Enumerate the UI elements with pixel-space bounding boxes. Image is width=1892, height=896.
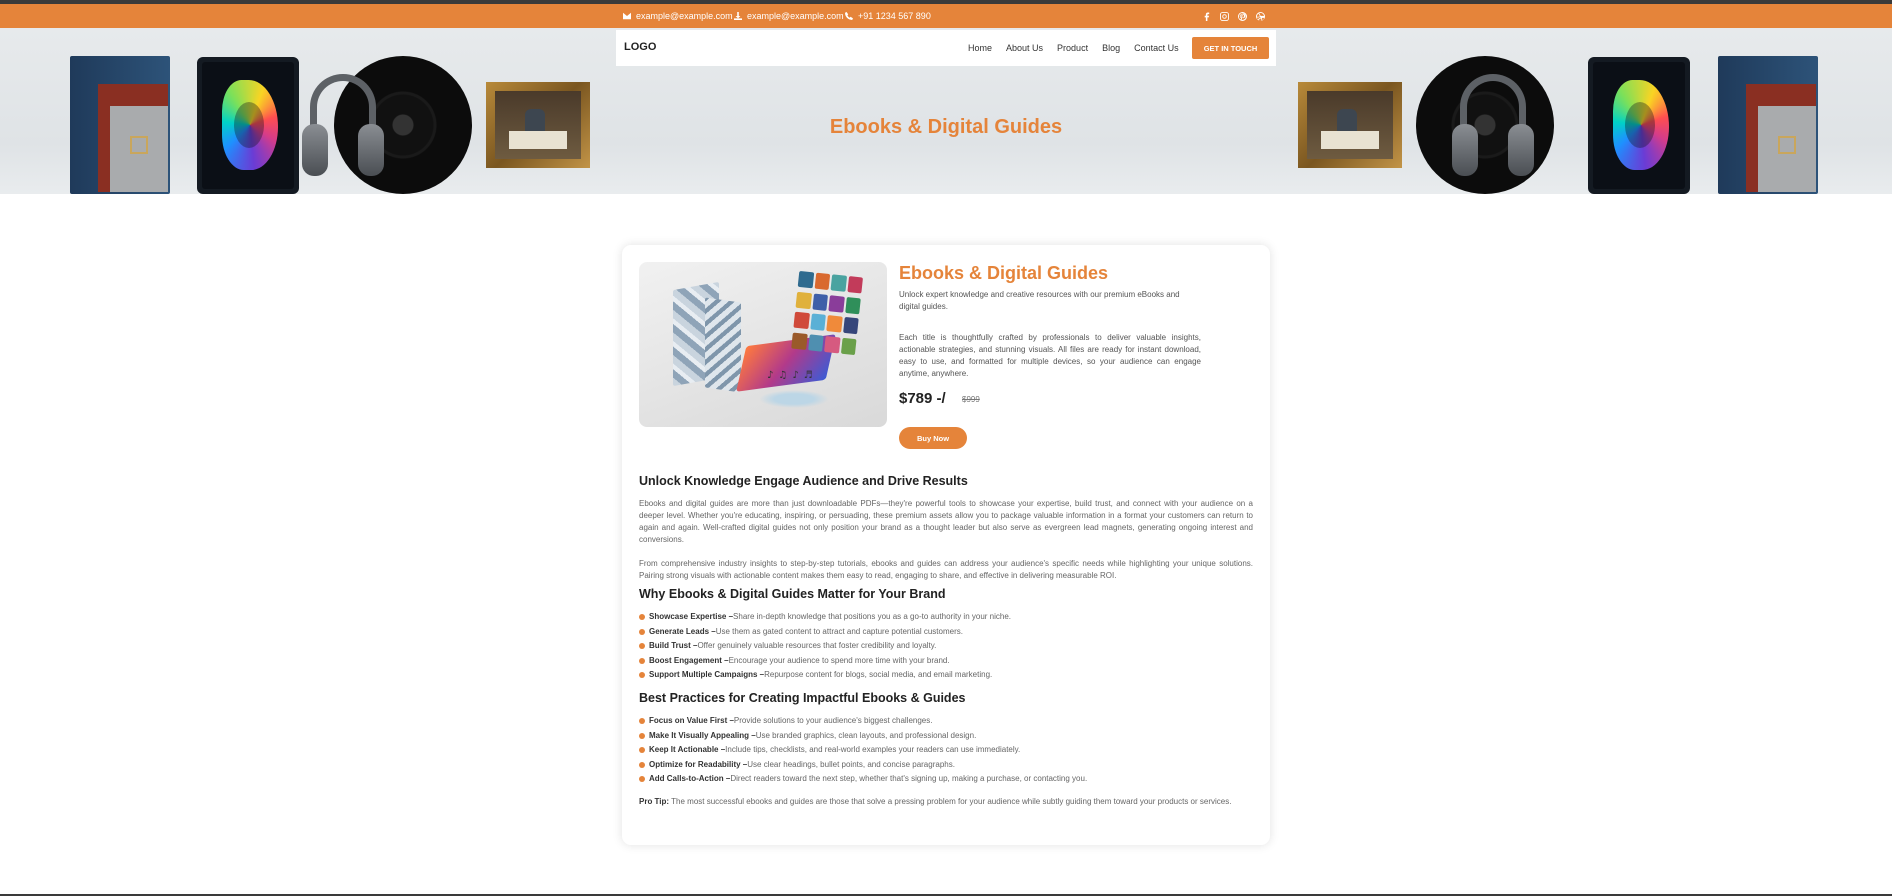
phone-contact[interactable]: +91 1234 567 890: [845, 4, 931, 28]
product-card: ♪♫♪♬ Ebooks & Digital Guides Unlock expe…: [622, 245, 1270, 845]
nav-about-us[interactable]: About Us: [1006, 43, 1043, 53]
nav-home[interactable]: Home: [968, 43, 992, 53]
nav-blog[interactable]: Blog: [1102, 43, 1120, 53]
social-links: [1201, 4, 1265, 28]
list-item: Generate Leads – Use them as gated conte…: [639, 625, 1253, 640]
bullet-icon: [639, 776, 645, 783]
bullet-icon: [639, 732, 645, 739]
list-item: Focus on Value First – Provide solutions…: [639, 714, 1253, 729]
list-item: Build Trust – Offer genuinely valuable r…: [639, 639, 1253, 654]
download-icon: [734, 12, 742, 20]
bullet-icon: [639, 657, 645, 664]
section-heading-why: Why Ebooks & Digital Guides Matter for Y…: [639, 587, 946, 601]
email-contact-1[interactable]: example@example.com: [623, 4, 733, 28]
best-practices-list: Focus on Value First – Provide solutions…: [639, 714, 1253, 787]
hero-title: Ebooks & Digital Guides: [829, 116, 1063, 138]
bullet-icon: [639, 672, 645, 679]
list-item: Make It Visually Appealing – Use branded…: [639, 729, 1253, 744]
bullet-icon: [639, 614, 645, 621]
product-intro: Unlock expert knowledge and creative res…: [899, 290, 1180, 311]
buy-now-button[interactable]: Buy Now: [899, 427, 967, 449]
pro-tip: Pro Tip: The most successful ebooks and …: [639, 797, 1232, 806]
section-heading-unlock: Unlock Knowledge Engage Audience and Dri…: [639, 474, 968, 488]
bullet-icon: [639, 761, 645, 768]
phone-icon: [845, 12, 853, 20]
list-item: Add Calls-to-Action – Direct readers tow…: [639, 772, 1253, 787]
product-description: Each title is thoughtfully crafted by pr…: [899, 333, 1201, 378]
list-item: Support Multiple Campaigns – Repurpose c…: [639, 668, 1253, 683]
nav-product[interactable]: Product: [1057, 43, 1088, 53]
bullet-icon: [639, 643, 645, 650]
phone-text: +91 1234 567 890: [858, 11, 931, 21]
bullet-icon: [639, 747, 645, 754]
section-heading-best-practices: Best Practices for Creating Impactful Eb…: [639, 691, 966, 705]
product-title: Ebooks & Digital Guides: [899, 263, 1109, 283]
list-item: Showcase Expertise – Share in-depth know…: [639, 610, 1253, 625]
site-logo[interactable]: LOGO: [624, 41, 656, 53]
email-contact-2[interactable]: example@example.com: [734, 4, 844, 28]
bullet-icon: [639, 628, 645, 635]
top-contact-bar: example@example.com example@example.com …: [0, 4, 1892, 28]
email-text-1: example@example.com: [636, 11, 733, 21]
facebook-icon[interactable]: [1201, 11, 1211, 21]
dribbble-icon[interactable]: [1255, 11, 1265, 21]
nav-links: Home About Us Product Blog Contact Us: [968, 30, 1193, 66]
original-price: $999: [962, 395, 980, 404]
product-price: $789 -/: [899, 390, 946, 407]
envelope-icon: [623, 12, 631, 20]
bullet-icon: [639, 718, 645, 725]
list-item: Keep It Actionable – Include tips, check…: [639, 743, 1253, 758]
section-paragraph-2: From comprehensive industry insights to …: [639, 559, 1253, 580]
list-item: Boost Engagement – Encourage your audien…: [639, 654, 1253, 669]
section-paragraph-1: Ebooks and digital guides are more than …: [639, 499, 1253, 544]
nav-contact-us[interactable]: Contact Us: [1134, 43, 1179, 53]
list-item: Optimize for Readability – Use clear hea…: [639, 758, 1253, 773]
why-list: Showcase Expertise – Share in-depth know…: [639, 610, 1253, 683]
pinterest-icon[interactable]: [1237, 11, 1247, 21]
email-text-2: example@example.com: [747, 11, 844, 21]
instagram-icon[interactable]: [1219, 11, 1229, 21]
main-navigation: LOGO Home About Us Product Blog Contact …: [616, 30, 1276, 66]
product-image: ♪♫♪♬: [639, 262, 887, 427]
get-in-touch-button[interactable]: GET IN TOUCH: [1192, 37, 1269, 59]
